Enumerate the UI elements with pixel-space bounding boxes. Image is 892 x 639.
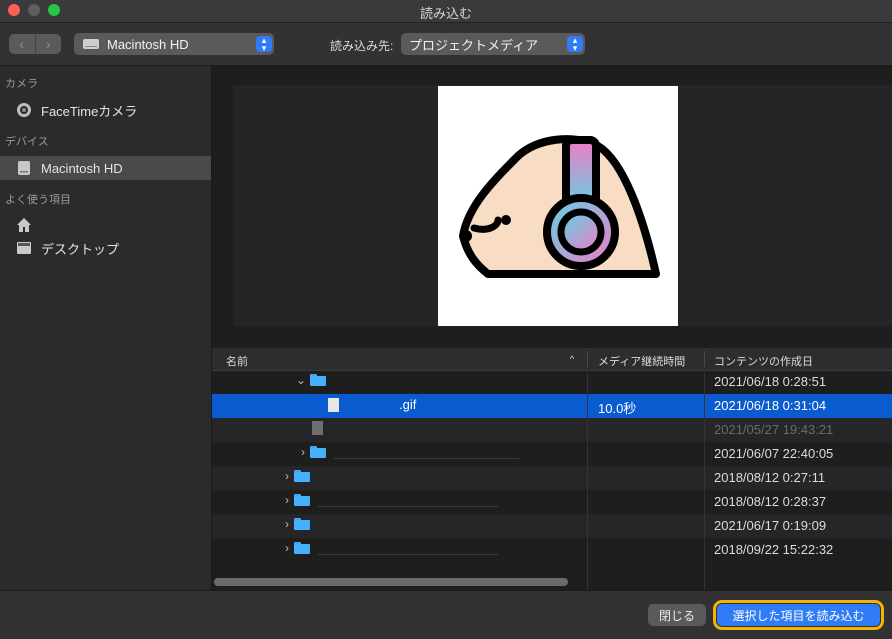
row-created: 2021/06/18 0:28:51 <box>714 374 827 389</box>
location-label: Macintosh HD <box>107 36 189 52</box>
row-name: .gif <box>399 397 417 412</box>
location-popup[interactable]: Macintosh HD ▴ ▾ <box>74 33 274 55</box>
window-title: 読み込む <box>419 6 472 21</box>
table-row[interactable]: › 2021/06/17 0:19:09 <box>212 514 892 538</box>
column-divider <box>587 370 588 590</box>
row-created: 2018/08/12 0:28:37 <box>714 494 827 509</box>
sort-ascending-icon: ^ <box>570 354 575 364</box>
desktop-icon <box>15 239 33 257</box>
chevron-right-icon: › <box>45 36 51 52</box>
row-name-cell: ⌄ <box>294 373 326 387</box>
folder-icon <box>294 470 310 482</box>
row-name-cell <box>312 421 323 435</box>
sidebar: カメラ FaceTimeカメラ デバイス Macintosh HD よく使う項目… <box>0 66 212 590</box>
preview-pane <box>233 85 892 326</box>
chevron-down-icon[interactable]: ⌄ <box>294 373 308 387</box>
chevron-right-icon[interactable]: › <box>296 445 310 459</box>
folder-icon <box>310 374 326 386</box>
column-header-duration[interactable]: メディア継続時間 <box>598 353 685 369</box>
table-row[interactable]: ⌄ 2021/06/18 0:28:51 <box>212 370 892 394</box>
table-row-selected[interactable]: .gif 10.0秒 2021/06/18 0:31:04 <box>212 394 892 418</box>
row-created: 2021/05/27 19:43:21 <box>714 422 834 437</box>
row-name-cell: › <box>280 517 310 531</box>
row-created: 2021/06/07 22:40:05 <box>714 446 834 461</box>
sidebar-item-label: FaceTimeカメラ <box>41 103 138 119</box>
folder-icon <box>294 494 310 506</box>
horizontal-scrollbar[interactable] <box>214 578 568 586</box>
file-list: 名前 ^ メディア継続時間 コンテンツの作成日 ⌄ 2021/06/18 0:2… <box>212 348 892 590</box>
row-created: 2021/06/18 0:31:04 <box>714 398 827 413</box>
row-created: 2018/08/12 0:27:11 <box>714 470 826 485</box>
chevron-right-icon[interactable]: › <box>280 541 294 555</box>
row-name-cell: › <box>280 469 310 483</box>
folder-icon <box>294 542 310 554</box>
sidebar-item-desktop[interactable]: デスクトップ <box>0 236 211 260</box>
sidebar-item-home[interactable] <box>0 213 211 237</box>
row-name-cell: .gif <box>328 397 416 412</box>
destination-popup[interactable]: プロジェクトメディア ▴ ▾ <box>401 33 585 55</box>
column-divider <box>587 351 588 367</box>
column-divider <box>704 351 705 367</box>
home-icon <box>15 216 33 234</box>
row-name-cell: › <box>296 445 519 459</box>
row-name-cell: › <box>280 493 498 507</box>
table-row[interactable]: › 2018/08/12 0:27:11 <box>212 466 892 490</box>
destination-value: プロジェクトメディア <box>409 37 539 53</box>
sidebar-item-facetime-camera[interactable]: FaceTimeカメラ <box>0 98 211 122</box>
toolbar: ‹ › Macintosh HD ▴ ▾ 読み込み先: プロジェクトメディア ▴ ▾ <box>0 23 892 66</box>
sidebar-item-label: デスクトップ <box>41 241 120 257</box>
updown-arrows-icon: ▴ ▾ <box>256 36 272 53</box>
column-header-name[interactable]: 名前 <box>226 353 248 369</box>
sidebar-item-label: Macintosh HD <box>41 160 123 176</box>
nav-buttons: ‹ › <box>9 34 61 54</box>
forward-button[interactable]: › <box>34 34 62 54</box>
row-created: 2018/09/22 15:22:32 <box>714 542 834 557</box>
gif-file-icon <box>328 397 339 412</box>
chevron-left-icon: ‹ <box>19 36 25 52</box>
table-header: 名前 ^ メディア継続時間 コンテンツの作成日 <box>212 348 892 371</box>
sidebar-header-devices: デバイス <box>5 136 49 148</box>
destination-label: 読み込み先: <box>330 39 394 53</box>
redacted-filename <box>347 411 399 412</box>
column-divider <box>704 370 705 590</box>
folder-icon <box>310 446 326 458</box>
redacted-filename <box>318 554 498 555</box>
chevron-right-icon[interactable]: › <box>280 517 294 531</box>
updown-arrows-icon: ▴ ▾ <box>567 36 583 53</box>
row-name-cell: › <box>280 541 498 555</box>
table-row[interactable]: › 2018/09/22 15:22:32 <box>212 538 892 562</box>
footer: 閉じる 選択した項目を読み込む <box>0 590 892 639</box>
camera-icon <box>15 101 33 119</box>
title-bar: 読み込む <box>0 0 892 23</box>
folder-icon <box>294 518 310 530</box>
row-duration: 10.0秒 <box>598 401 637 416</box>
table-row[interactable]: › 2018/08/12 0:28:37 <box>212 490 892 514</box>
row-created: 2021/06/17 0:19:09 <box>714 518 827 533</box>
back-button[interactable]: ‹ <box>9 34 35 54</box>
hard-drive-icon <box>15 159 33 177</box>
column-header-created[interactable]: コンテンツの作成日 <box>714 353 813 369</box>
chevron-right-icon[interactable]: › <box>280 469 294 483</box>
dog-headphones-illustration <box>459 135 660 278</box>
table-row[interactable]: 2021/05/27 19:43:21 <box>212 418 892 442</box>
sidebar-item-macintosh-hd[interactable]: Macintosh HD <box>0 156 211 180</box>
redacted-filename <box>334 458 519 459</box>
hard-drive-icon <box>82 37 100 51</box>
close-button[interactable]: 閉じる <box>648 604 706 626</box>
chevron-right-icon[interactable]: › <box>280 493 294 507</box>
table-row[interactable]: › 2021/06/07 22:40:05 <box>212 442 892 466</box>
import-selected-button[interactable]: 選択した項目を読み込む <box>713 600 884 630</box>
sidebar-header-camera: カメラ <box>5 78 38 90</box>
redacted-filename <box>318 506 498 507</box>
sidebar-header-favorites: よく使う項目 <box>5 194 71 206</box>
preview-image <box>438 86 678 326</box>
file-icon <box>312 421 323 435</box>
